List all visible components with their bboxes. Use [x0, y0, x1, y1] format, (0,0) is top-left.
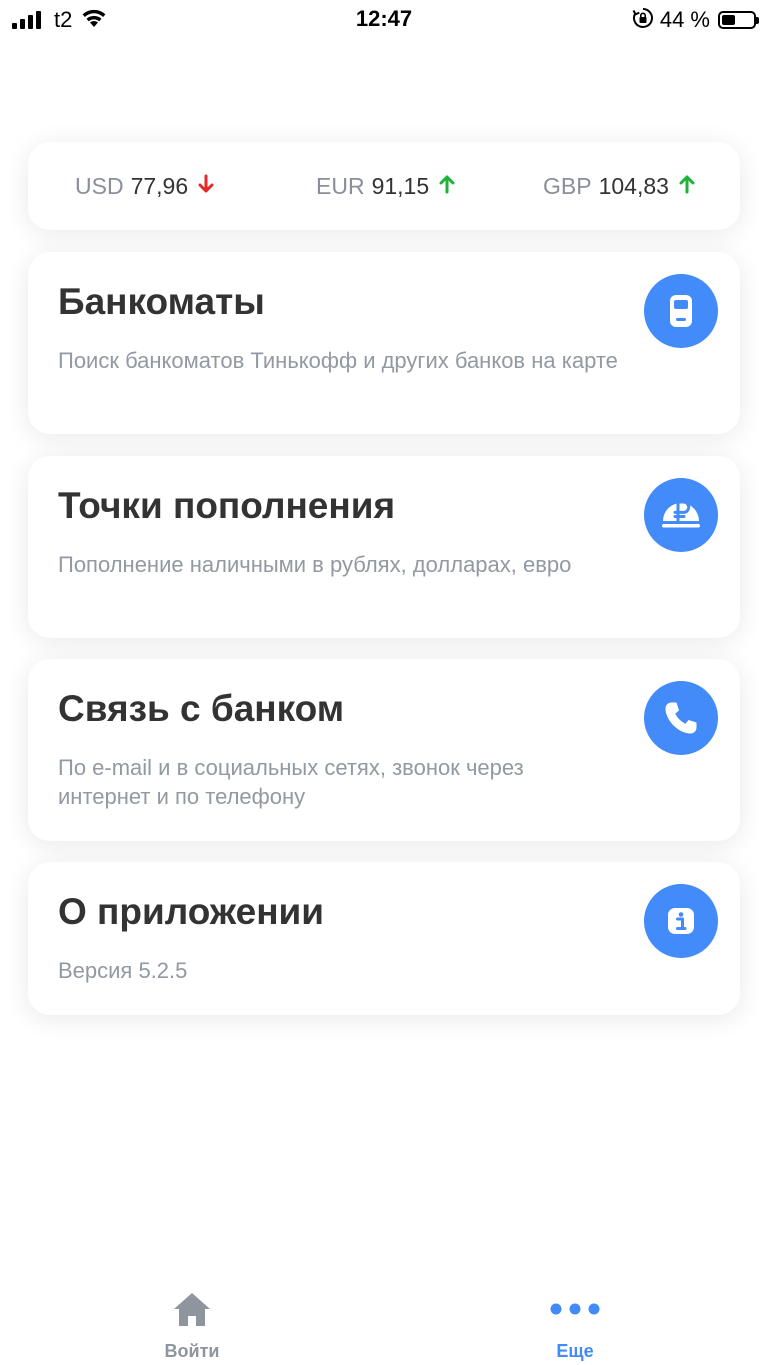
bottom-tab-bar: Войти Еще: [0, 1275, 768, 1365]
rate-value: 91,15: [371, 172, 430, 199]
atms-title: Банкоматы: [58, 281, 265, 322]
tab-more-label: Еще: [556, 1341, 594, 1361]
tab-login-label: Войти: [164, 1341, 220, 1361]
exchange-rates-card[interactable]: USD 77,96 EUR 91,15 GBP 104,83: [28, 142, 740, 230]
rate-code: USD: [75, 172, 124, 199]
topup-title: Точки пополнения: [58, 485, 396, 526]
atms-subtitle: Поиск банкоматов Тинькофф и других банко…: [58, 348, 618, 373]
topup-points-card[interactable]: Точки пополнения Пополнение наличными в …: [28, 456, 740, 638]
phone-icon: [644, 681, 718, 755]
home-icon: [92, 1289, 292, 1329]
status-bar: t2 12:47 44 %: [0, 0, 768, 40]
arrow-up-icon: [679, 173, 695, 200]
atms-card[interactable]: Банкоматы Поиск банкоматов Тинькофф и др…: [28, 252, 740, 434]
orientation-lock-icon: [632, 7, 654, 34]
contact-title: Связь с банком: [58, 688, 345, 729]
topup-subtitle: Пополнение наличными в рублях, долларах,…: [58, 552, 572, 577]
status-right: 44 %: [632, 6, 759, 34]
about-app-card[interactable]: О приложении Версия 5.2.5: [28, 862, 740, 1015]
contact-bank-card[interactable]: Связь с банком По e-mail и в социальных …: [28, 659, 740, 841]
battery-percent: 44 %: [659, 7, 710, 32]
rate-code: EUR: [316, 172, 365, 199]
app-version: Версия 5.2.5: [58, 958, 188, 983]
arrow-up-icon: [439, 173, 455, 200]
ruble-coin-icon: [644, 478, 718, 552]
rate-eur: EUR 91,15: [316, 142, 455, 230]
more-dots-icon: [475, 1289, 675, 1329]
rate-value: 104,83: [598, 172, 669, 199]
rate-value: 77,96: [130, 172, 189, 199]
about-title: О приложении: [58, 891, 325, 932]
info-icon: [644, 884, 718, 958]
rate-usd: USD 77,96: [75, 142, 214, 230]
battery-level: [722, 15, 736, 25]
atm-icon: [644, 274, 718, 348]
tab-login[interactable]: Войти: [92, 1275, 292, 1365]
tab-more[interactable]: Еще: [475, 1275, 675, 1365]
arrow-down-icon: [198, 173, 214, 200]
battery-icon: [718, 11, 759, 29]
rate-gbp: GBP 104,83: [543, 142, 695, 230]
rate-code: GBP: [543, 172, 592, 199]
contact-subtitle: По e-mail и в социальных сетях, звонок ч…: [58, 755, 524, 809]
